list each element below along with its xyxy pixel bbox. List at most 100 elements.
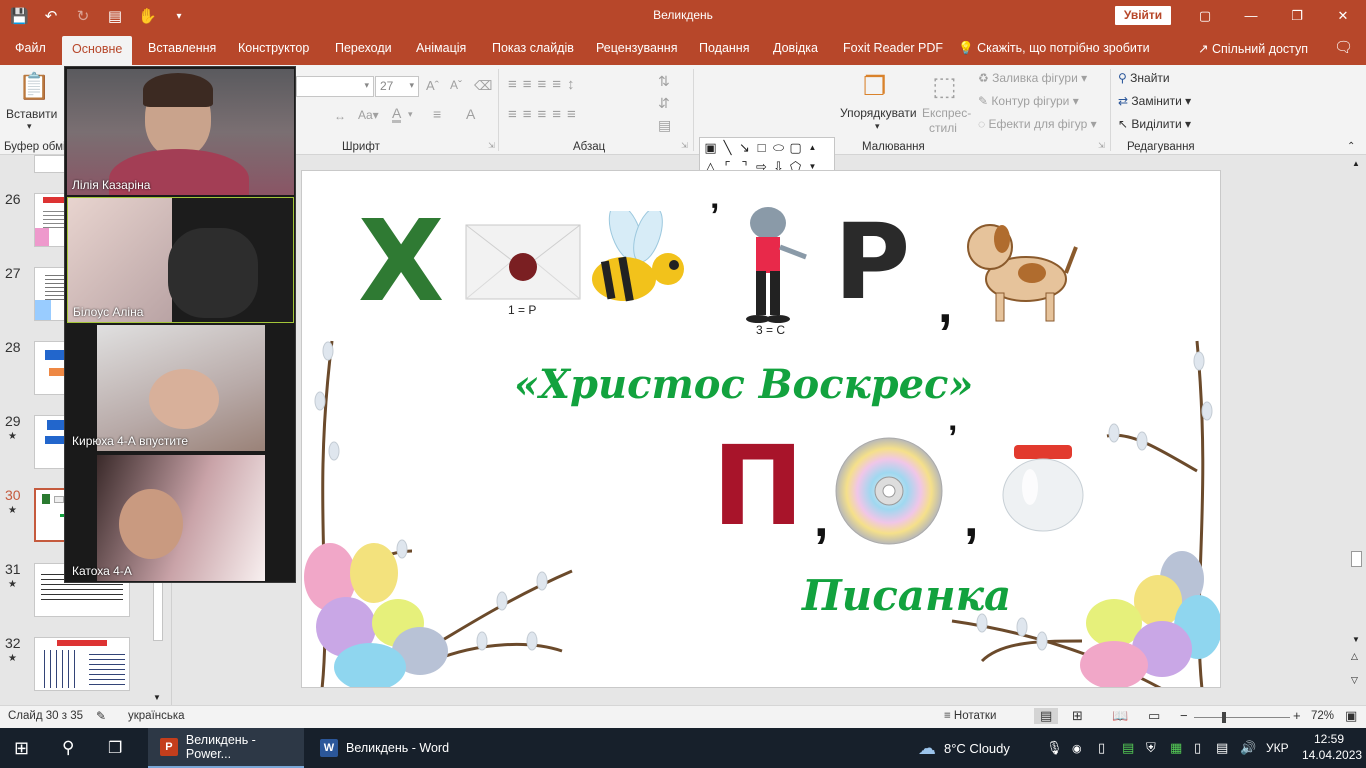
strike-font-icon[interactable]: A [466,106,475,122]
spelling-check-icon[interactable]: ✎ [96,709,106,723]
input-language[interactable]: УКР [1266,728,1289,768]
shape-outline-button[interactable]: ✎ Контур фігури ▾ [978,94,1079,108]
next-slide-icon[interactable]: ▽ [1351,675,1358,686]
previous-slide-icon[interactable]: △ [1351,651,1358,662]
search-icon[interactable]: ⚲ [62,728,74,768]
align-icons[interactable]: ≡≡≡≡≡ [508,106,582,123]
taskbar-word[interactable]: W Великдень - Word [310,728,460,768]
tab-slide-show[interactable]: Показ слайдів [492,41,574,55]
scrollbar-thumb[interactable] [1351,551,1362,567]
tab-animations[interactable]: Анімація [416,41,466,55]
defender-icon[interactable]: ⛨ [1146,728,1156,768]
participant-tile[interactable]: Лілія Казаріна [67,69,294,195]
tab-transitions[interactable]: Переходи [335,41,392,55]
decrease-font-icon[interactable]: Aˇ [450,78,462,92]
rounded-rect-shape-icon[interactable]: ▢ [787,138,804,157]
normal-view-icon[interactable]: ▤ [1034,708,1059,724]
task-view-icon[interactable]: ❐ [108,728,122,768]
network-icon[interactable]: ▤ [1216,728,1228,768]
quick-styles-label-2[interactable]: стилі [929,121,957,135]
close-button[interactable]: ✕ [1320,0,1366,32]
slide-vertical-scrollbar[interactable]: ▲ ▼ △ ▽ [1348,155,1366,705]
weather-widget[interactable]: ☁ 8°C Cloudy [918,728,1010,768]
participant-tile-speaking[interactable]: Білоус Аліна [67,197,294,323]
clear-format-icon[interactable]: ⌫ [474,78,492,94]
font-color-dropdown-icon[interactable]: ▾ [408,109,413,120]
find-button[interactable]: ⚲ Знайти [1118,71,1170,85]
zoom-in-icon[interactable]: + [1293,708,1301,723]
usb-icon[interactable]: ▯ [1098,728,1105,768]
font-size-dropdown-icon[interactable]: ▾ [409,80,414,91]
quick-styles-label-1[interactable]: Експрес- [922,106,971,120]
bullets-icon[interactable]: ≡≡≡≡↕ [508,76,581,93]
zoom-slider-thumb[interactable] [1222,712,1226,723]
tab-foxit[interactable]: Foxit Reader PDF [843,41,943,55]
start-windows-icon[interactable]: ⊞ [14,728,29,768]
text-direction-icon[interactable]: ⇅ [658,73,670,90]
font-size-combo[interactable]: 27 ▾ [375,76,419,97]
char-spacing-icon[interactable]: ↔ [334,109,346,123]
slide-show-icon[interactable]: ▭ [1148,708,1160,724]
oval-shape-icon[interactable]: ⬭ [770,138,787,157]
font-color-icon[interactable]: A [392,106,402,123]
paste-button[interactable]: Вставити [6,107,57,121]
rectangle-shape-icon[interactable]: □ [753,138,770,157]
tab-design[interactable]: Конструктор [238,41,309,55]
participant-tile[interactable]: Катоха 4-А [67,455,294,581]
select-button[interactable]: ↖ Виділити ▾ [1118,117,1191,131]
increase-font-icon[interactable]: Aˆ [426,78,439,93]
zoom-app-icon[interactable]: ◉ [1072,728,1082,768]
scroll-down-arrow-icon[interactable]: ▼ [1352,635,1360,644]
sign-in-button[interactable]: Увійти [1115,6,1171,25]
minimize-button[interactable]: — [1228,0,1274,32]
notes-button[interactable]: ≡ Нотатки [944,710,996,722]
tray-app-icon[interactable]: ▦ [1170,728,1182,768]
comments-icon[interactable]: 🗨 [1334,38,1353,56]
tab-home[interactable]: Основне [62,36,133,65]
scroll-down-arrow-icon[interactable]: ▼ [153,693,161,702]
language-indicator[interactable]: українська [128,710,185,722]
shape-fill-button[interactable]: ♻ Заливка фігури ▾ [978,71,1087,85]
zoom-slider-track[interactable] [1194,717,1290,718]
fit-slide-icon[interactable]: ▣ [1345,708,1357,724]
scroll-up-icon[interactable]: ▲ [804,138,821,157]
participant-tile[interactable]: Кирюха 4-А впустите [67,325,294,451]
font-name-combo[interactable]: ▾ [296,76,374,97]
replace-button[interactable]: ⇄ Замінити ▾ [1118,94,1191,108]
zoom-level[interactable]: 72% [1311,710,1334,722]
drawing-dialog-launcher-icon[interactable]: ⇲ [1098,141,1105,150]
tab-review[interactable]: Рецензування [596,41,677,55]
microphone-icon[interactable]: 🎙 [1046,728,1063,768]
shape-effects-button[interactable]: ◌ Ефекти для фігур ▾ [978,117,1097,131]
battery-icon[interactable]: ▯ [1194,728,1201,768]
paste-dropdown-icon[interactable]: ▾ [27,121,32,132]
font-name-dropdown-icon[interactable]: ▾ [364,80,369,91]
paste-icon[interactable]: 📋 [18,71,50,102]
tab-file[interactable]: Файл [15,41,46,55]
font-dialog-launcher-icon[interactable]: ⇲ [488,141,495,150]
restore-button[interactable]: ❐ [1274,0,1320,32]
clock[interactable]: 12:59 14.04.2023 [1302,732,1362,762]
scroll-up-arrow-icon[interactable]: ▲ [1352,159,1360,168]
change-case-icon[interactable]: Aa▾ [358,108,379,122]
tab-view[interactable]: Подання [699,41,749,55]
slide-sorter-icon[interactable]: ⊞ [1072,708,1083,724]
smartart-icon[interactable]: ▤ [658,117,671,134]
textbox-shape-icon[interactable]: ▣ [702,138,719,157]
quick-styles-icon[interactable]: ⬚ [932,71,957,102]
paragraph-dialog-launcher-icon[interactable]: ⇲ [681,141,688,150]
tell-me-search[interactable]: 💡 Скажіть, що потрібно зробити [958,41,1150,56]
tab-help[interactable]: Довідка [773,41,818,55]
align-text-icon[interactable]: ⇵ [658,95,670,112]
volume-icon[interactable]: 🔊 [1240,728,1256,768]
arrange-icon[interactable]: ❐ [863,71,886,102]
zoom-out-icon[interactable]: − [1180,708,1188,723]
video-call-panel[interactable]: Лілія Казаріна Білоус Аліна Кирюха 4-А в… [64,66,296,583]
share-button[interactable]: ↗ Спільний доступ [1198,41,1308,56]
taskbar-powerpoint[interactable]: P Великдень - Power... [148,728,304,768]
app-tray-icon[interactable]: ▤ [1122,728,1134,768]
arrange-dropdown-icon[interactable]: ▾ [875,121,880,132]
arrow-line-shape-icon[interactable]: ↘ [736,138,753,157]
slide-thumbnail-32[interactable] [34,637,130,691]
tab-insert[interactable]: Вставлення [148,41,216,55]
